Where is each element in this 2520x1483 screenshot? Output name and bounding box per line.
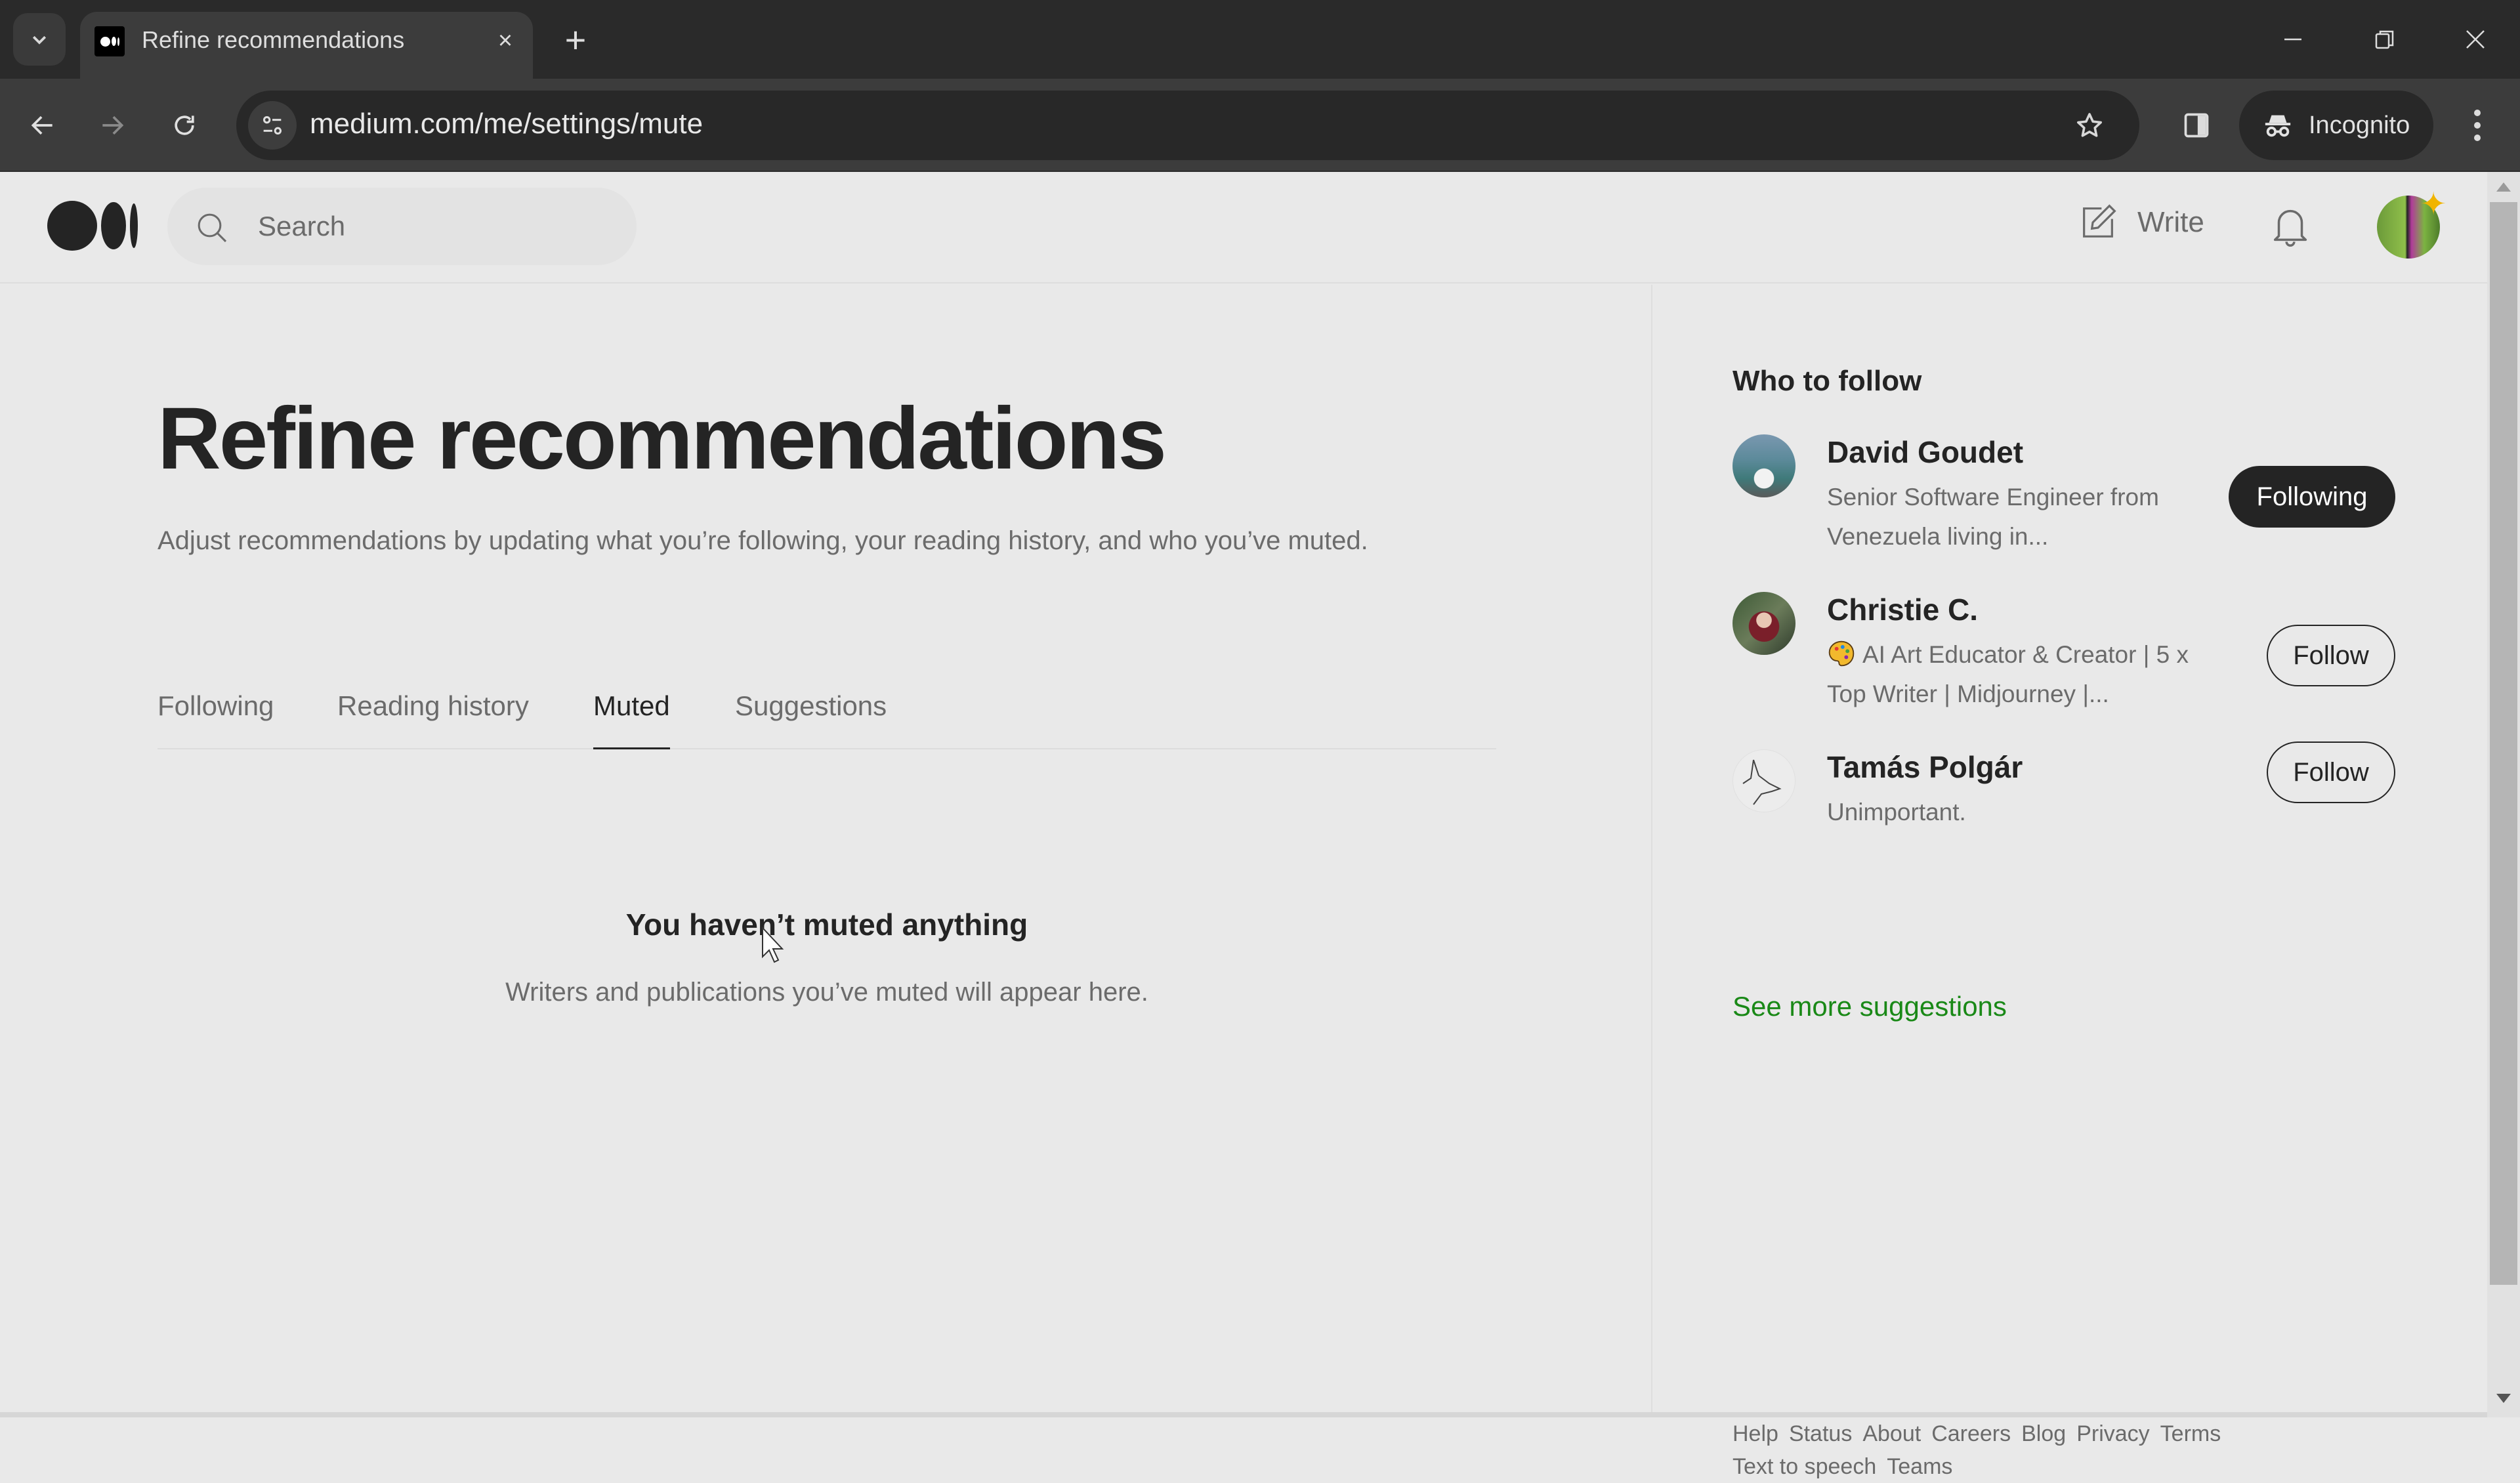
avatar[interactable] — [1732, 749, 1796, 812]
tab-suggestions[interactable]: Suggestions — [735, 690, 887, 749]
tab-close-icon[interactable]: × — [487, 22, 524, 59]
medium-logo[interactable] — [47, 201, 138, 251]
following-button[interactable]: Following — [2229, 466, 2395, 528]
browser-tab-strip: Refine recommendations × + — [0, 0, 2520, 79]
palette-icon — [1828, 640, 1855, 667]
footer-link-about[interactable]: About — [1862, 1421, 1921, 1446]
reload-icon — [175, 115, 194, 135]
minimize-button[interactable] — [2267, 13, 2319, 66]
empty-state-description: Writers and publications you’ve muted wi… — [505, 978, 1148, 1007]
write-label: Write — [2137, 206, 2204, 238]
tab-reading-history[interactable]: Reading history — [337, 690, 529, 749]
tab-title: Refine recommendations — [142, 26, 405, 53]
person-bio: AI Art Educator & Creator | 5 x Top Writ… — [1827, 635, 2194, 714]
search-box[interactable] — [167, 188, 637, 265]
close-window-button[interactable] — [2449, 13, 2502, 66]
kebab-dot — [2474, 135, 2481, 141]
kebab-dot — [2474, 110, 2481, 116]
footer-link-blog[interactable]: Blog — [2021, 1421, 2066, 1446]
tab-muted[interactable]: Muted — [593, 690, 670, 749]
url-text[interactable]: medium.com/me/settings/mute — [310, 108, 703, 140]
horizontal-scroll-edge — [0, 1412, 2487, 1417]
bell-icon — [2273, 209, 2307, 247]
site-info-button[interactable] — [248, 101, 297, 150]
person-name[interactable]: Tamás Polgár — [1827, 749, 2023, 785]
follow-button[interactable]: Follow — [2267, 625, 2395, 686]
restore-icon — [2375, 30, 2394, 49]
bookmark-star-icon[interactable] — [2068, 105, 2110, 147]
sidebar-divider — [1651, 285, 1652, 1417]
search-icon — [198, 213, 227, 243]
member-star-icon: ✦ — [2420, 187, 2447, 222]
person-bio: Unimportant. — [1827, 799, 1966, 825]
settings-tabs: Following Reading history Muted Suggesti… — [158, 664, 1496, 749]
page-scrollbar[interactable] — [2487, 172, 2520, 1417]
arrow-right-icon — [102, 115, 124, 135]
restore-button[interactable] — [2359, 13, 2411, 66]
mouse-cursor-icon — [762, 927, 784, 963]
search-input[interactable] — [258, 206, 612, 247]
person-name[interactable]: David Goudet — [1827, 434, 2023, 470]
write-button[interactable]: Write — [2077, 201, 2204, 243]
medium-page: Write ✦ Refine recommendations Adjust re… — [0, 172, 2487, 1479]
person-name[interactable]: Christie C. — [1827, 592, 1978, 627]
footer-link-text-to-speech[interactable]: Text to speech — [1732, 1454, 1876, 1479]
fox-sketch-icon — [1742, 759, 1782, 805]
footer-link-help[interactable]: Help — [1732, 1421, 1778, 1446]
empty-state-title: You haven’t muted anything — [625, 908, 1028, 942]
incognito-icon — [2265, 115, 2291, 137]
footer-link-careers[interactable]: Careers — [1931, 1421, 2011, 1446]
footer-link-privacy[interactable]: Privacy — [2076, 1421, 2149, 1446]
footer-links: Help Status About Careers Blog Privacy Terms T… — [1732, 1417, 2323, 1483]
footer-link-status[interactable]: Status — [1789, 1421, 1852, 1446]
side-panel-button[interactable] — [2174, 102, 2219, 148]
close-icon — [2466, 30, 2485, 49]
incognito-badge[interactable]: Incognito — [2239, 91, 2433, 160]
chevron-down-icon — [32, 35, 47, 45]
footer-link-terms[interactable]: Terms — [2160, 1421, 2221, 1446]
tab-search-button[interactable] — [13, 13, 66, 66]
arrow-left-icon — [31, 115, 52, 135]
minimize-icon — [2284, 38, 2301, 41]
tune-icon — [263, 116, 282, 135]
write-icon — [2083, 204, 2116, 238]
avatar[interactable] — [1732, 592, 1796, 655]
site-header: Write ✦ — [0, 172, 2487, 283]
new-tab-button[interactable]: + — [555, 18, 597, 60]
scrollbar-thumb[interactable] — [2490, 202, 2517, 1285]
scroll-up-arrow-icon[interactable] — [2496, 182, 2511, 192]
see-more-suggestions-link[interactable]: See more suggestions — [1732, 991, 2007, 1022]
page-title: Refine recommendations — [158, 390, 1167, 488]
address-bar[interactable]: medium.com/me/settings/mute — [236, 91, 2139, 160]
incognito-label: Incognito — [2309, 111, 2410, 139]
footer-link-teams[interactable]: Teams — [1887, 1454, 1952, 1479]
scroll-down-arrow-icon[interactable] — [2496, 1394, 2511, 1403]
person-bio-text: AI Art Educator & Creator | 5 x Top Writ… — [1827, 641, 2189, 707]
forward-button[interactable] — [88, 101, 136, 150]
person-bio: Senior Software Engineer from Venezuela … — [1827, 484, 2159, 550]
side-panel-icon — [2184, 113, 2209, 138]
avatar[interactable] — [1732, 434, 1796, 497]
tab-following[interactable]: Following — [158, 690, 274, 749]
browser-menu-button[interactable] — [2458, 102, 2497, 148]
kebab-dot — [2474, 122, 2481, 129]
follow-button[interactable]: Follow — [2267, 742, 2395, 803]
browser-tab-active[interactable]: Refine recommendations × — [80, 12, 533, 79]
reload-button[interactable] — [160, 101, 209, 150]
back-button[interactable] — [18, 101, 67, 150]
browser-toolbar: medium.com/me/settings/mute Incognito — [0, 79, 2520, 172]
who-to-follow-title: Who to follow — [1732, 365, 1922, 397]
notifications-button[interactable] — [2267, 201, 2313, 255]
medium-favicon-icon — [94, 26, 125, 56]
page-subtitle: Adjust recommendations by updating what … — [158, 526, 1368, 555]
